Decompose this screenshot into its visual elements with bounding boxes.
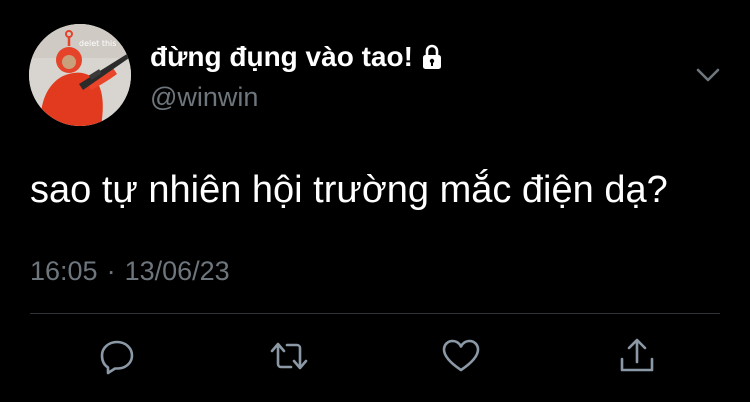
retweet-button[interactable] (269, 336, 309, 376)
share-button[interactable] (617, 336, 657, 376)
reply-button[interactable] (97, 336, 137, 376)
lock-icon (422, 44, 442, 70)
timestamp-separator: · (106, 256, 116, 286)
share-icon (617, 336, 657, 376)
display-name-text: đừng đụng vào tao! (150, 41, 413, 72)
tweet-date: 13/06/23 (124, 256, 230, 286)
like-button[interactable] (441, 336, 481, 376)
tweet-text: sao tự nhiên hội trường mắc điện dạ? (30, 169, 668, 211)
chevron-down-icon[interactable] (693, 63, 723, 87)
avatar[interactable]: delet this (29, 24, 131, 126)
user-handle[interactable]: @winwin (150, 80, 258, 114)
retweet-icon (269, 336, 309, 376)
tweet-card: delet this đừng đụng vào tao! @winwin sa… (0, 0, 750, 402)
tweet-time: 16:05 (30, 256, 98, 286)
avatar-image: delet this (29, 24, 131, 126)
display-name[interactable]: đừng đụng vào tao! (150, 40, 442, 74)
avatar-caption: delet this (79, 39, 116, 48)
reply-icon (97, 336, 137, 376)
heart-icon (441, 336, 481, 376)
divider (30, 313, 720, 314)
tweet-timestamp[interactable]: 16:05 · 13/06/23 (30, 254, 230, 288)
